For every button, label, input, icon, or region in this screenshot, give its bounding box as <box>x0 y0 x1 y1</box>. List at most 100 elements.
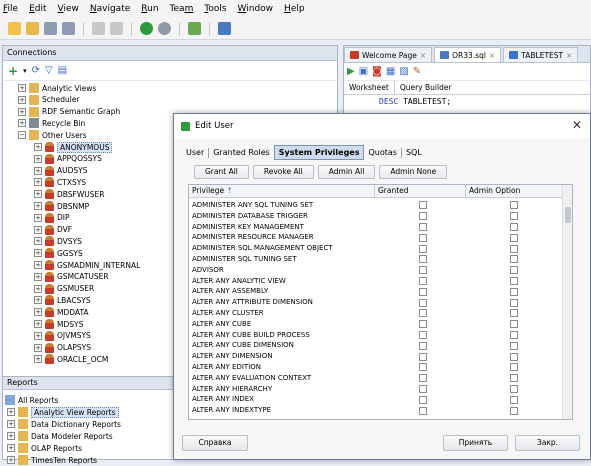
expand-icon[interactable]: + <box>34 178 42 187</box>
report-node[interactable]: + Data Dictionary Reports <box>7 418 121 430</box>
granted-checkbox[interactable] <box>419 395 427 404</box>
expand-icon[interactable]: + <box>34 296 42 305</box>
vertical-scrollbar[interactable] <box>562 185 572 419</box>
granted-checkbox[interactable] <box>419 212 427 221</box>
granted-checkbox[interactable] <box>419 255 427 264</box>
granted-checkbox[interactable] <box>419 374 427 383</box>
tree-user-node[interactable]: + OLAPSYS <box>34 342 91 354</box>
expand-icon[interactable]: + <box>34 272 42 281</box>
grant-all-button[interactable]: Grant All <box>194 165 249 179</box>
autotrace-icon[interactable]: ▧ <box>399 66 408 77</box>
explain-plan-icon[interactable]: ▦ <box>386 66 395 77</box>
close-icon[interactable]: ✕ <box>572 119 582 131</box>
close-icon[interactable]: × <box>489 51 495 60</box>
expand-icon[interactable]: + <box>34 166 42 175</box>
expand-icon[interactable]: + <box>34 237 42 246</box>
report-node[interactable]: All Reports <box>5 394 58 406</box>
expand-icon[interactable]: + <box>7 444 15 452</box>
menu-window[interactable]: Window <box>238 4 274 14</box>
back-icon[interactable] <box>140 22 153 35</box>
tree-user-node[interactable]: + APPQOSSYS <box>34 153 102 165</box>
report-node[interactable]: + OLAP Reports <box>7 442 82 454</box>
admin-option-checkbox[interactable] <box>510 212 518 221</box>
expand-icon[interactable]: + <box>34 308 42 317</box>
menu-run[interactable]: Run <box>141 4 158 14</box>
tab-granted-roles[interactable]: Granted Roles <box>209 146 274 159</box>
editor-tab[interactable]: TABLETEST × <box>503 47 579 62</box>
admin-option-checkbox[interactable] <box>510 309 518 318</box>
granted-checkbox[interactable] <box>419 276 427 285</box>
refresh-icon[interactable]: ⟳ <box>32 65 40 76</box>
expand-icon[interactable]: + <box>18 84 26 92</box>
menu-view[interactable]: View <box>58 4 79 14</box>
admin-all-button[interactable]: Admin All <box>317 165 376 179</box>
commit-icon[interactable]: ◙ <box>372 66 382 77</box>
menu-edit[interactable]: Edit <box>29 4 46 14</box>
expand-icon[interactable]: + <box>7 420 15 428</box>
report-node[interactable]: + TimesTen Reports <box>7 454 97 466</box>
granted-checkbox[interactable] <box>419 309 427 318</box>
sql-code-area[interactable]: DESC TABLETEST; <box>344 95 590 106</box>
expand-icon[interactable]: + <box>7 432 15 440</box>
admin-option-checkbox[interactable] <box>510 233 518 242</box>
expand-icon[interactable]: + <box>34 213 42 222</box>
expand-icon[interactable]: + <box>34 343 42 352</box>
column-header-admin-option[interactable]: Admin Option <box>466 185 563 198</box>
redo-icon[interactable] <box>110 22 123 35</box>
granted-checkbox[interactable] <box>419 266 427 275</box>
menu-team[interactable]: Team <box>170 4 194 14</box>
close-icon[interactable]: × <box>420 51 426 60</box>
expand-icon[interactable]: + <box>34 190 42 199</box>
tree-user-node[interactable]: + AUDSYS <box>34 165 88 177</box>
admin-option-checkbox[interactable] <box>510 352 518 361</box>
admin-option-checkbox[interactable] <box>510 384 518 393</box>
new-icon[interactable] <box>8 22 21 35</box>
column-header-granted[interactable]: Granted <box>375 185 466 198</box>
tab-quotas[interactable]: Quotas <box>364 146 400 159</box>
tree-user-node[interactable]: + ANONYMOUS <box>34 141 113 153</box>
granted-checkbox[interactable] <box>419 406 427 415</box>
expand-icon[interactable]: + <box>34 202 42 210</box>
admin-option-checkbox[interactable] <box>510 363 518 372</box>
run-statement-icon[interactable]: ▶ <box>347 66 355 77</box>
tree-user-node[interactable]: + OJVMSYS <box>34 330 91 342</box>
granted-checkbox[interactable] <box>419 233 427 242</box>
expand-icon[interactable]: + <box>7 456 15 464</box>
undo-icon[interactable] <box>92 22 105 35</box>
save-icon[interactable] <box>44 22 57 35</box>
tree-node[interactable]: + RDF Semantic Graph <box>18 106 120 118</box>
tab-query-builder[interactable]: Query Builder <box>395 81 457 94</box>
chevron-down-icon[interactable]: ▾ <box>23 67 27 75</box>
tree-user-node[interactable]: + GSMUSER <box>34 283 94 295</box>
tree-user-node[interactable]: + DBSNMP <box>34 200 89 212</box>
menu-file[interactable]: File <box>3 4 18 14</box>
clear-icon[interactable]: ✎ <box>413 66 421 77</box>
expand-icon[interactable]: + <box>18 95 26 104</box>
admin-option-checkbox[interactable] <box>510 222 518 231</box>
expand-icon[interactable]: + <box>18 119 26 128</box>
granted-checkbox[interactable] <box>419 201 427 210</box>
expand-icon[interactable]: + <box>34 154 42 163</box>
granted-checkbox[interactable] <box>419 222 427 231</box>
tree-user-node[interactable]: + DBSFWUSER <box>34 188 104 200</box>
granted-checkbox[interactable] <box>419 330 427 339</box>
expand-icon[interactable]: + <box>34 320 42 328</box>
forward-icon[interactable] <box>158 22 171 35</box>
revoke-all-button[interactable]: Revoke All <box>252 165 314 179</box>
sql-worksheet-icon[interactable] <box>218 22 231 35</box>
editor-tab[interactable]: Welcome Page × <box>344 47 433 62</box>
help-button[interactable]: Справка <box>182 435 248 451</box>
expand-icon[interactable]: + <box>34 249 42 258</box>
tree-user-node[interactable]: + CTXSYS <box>34 176 86 188</box>
admin-option-checkbox[interactable] <box>510 374 518 383</box>
admin-option-checkbox[interactable] <box>510 406 518 415</box>
tab-system-privileges[interactable]: System Privileges <box>273 145 365 160</box>
menu-navigate[interactable]: Navigate <box>90 4 130 14</box>
add-connection-icon[interactable]: + <box>8 64 18 78</box>
tree-user-node[interactable]: + MDDATA <box>34 306 89 318</box>
tree-user-node[interactable]: + MDSYS <box>34 318 83 330</box>
menu-help[interactable]: Help <box>284 4 305 14</box>
admin-option-checkbox[interactable] <box>510 276 518 285</box>
close-button[interactable]: Закр. <box>515 435 580 451</box>
report-node[interactable]: + Data Modeler Reports <box>7 430 113 442</box>
